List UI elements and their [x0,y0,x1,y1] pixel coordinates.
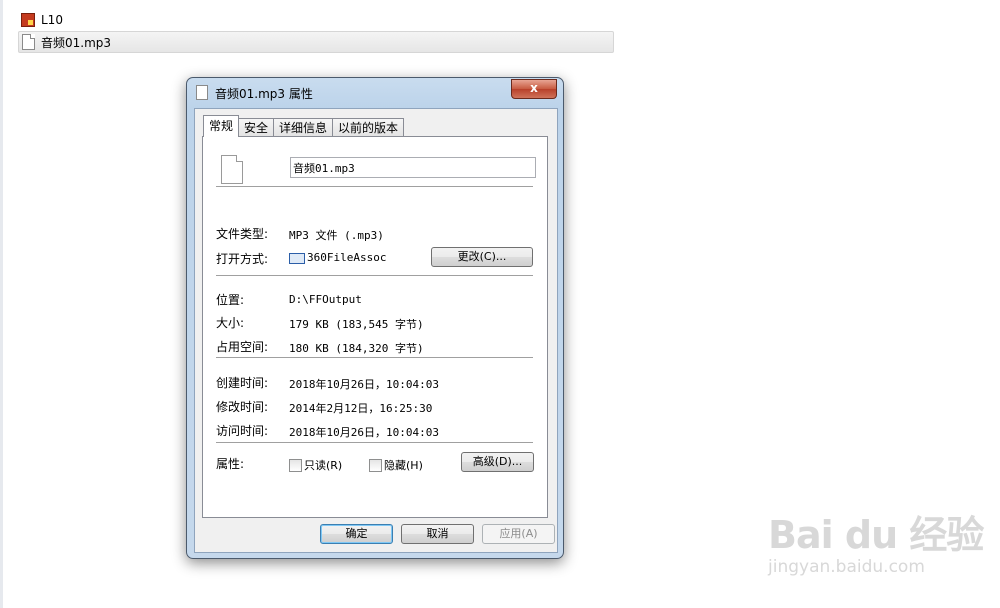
baidu-watermark: Bai du 经验 jingyan.baidu.com [768,504,984,577]
readonly-checkbox[interactable]: 只读(R) [289,457,342,473]
general-panel: 文件类型: MP3 文件 (.mp3) 打开方式: 360FileAssoc 更… [202,136,548,518]
tab-general[interactable]: 常规 [203,115,240,137]
open-with-value: 360FileAssoc [307,251,387,264]
file-type-icon [221,155,243,184]
properties-dialog: 音频01.mp3 属性 x 常规 安全 详细信息 以前的版本 文件类型: MP3… [186,77,564,559]
document-icon [22,34,35,50]
attributes-label: 属性: [216,457,245,471]
tab-previous-versions[interactable]: 以前的版本 [332,118,405,137]
app-icon [289,253,305,264]
file-item-label: 音频01.mp3 [41,35,112,50]
library-icon [21,13,35,27]
separator [216,442,533,443]
dialog-client: 常规 安全 详细信息 以前的版本 文件类型: MP3 文件 (.mp3) 打开方… [194,108,558,553]
location-label: 位置: [216,293,245,307]
change-button[interactable]: 更改(C)... [431,247,533,267]
type-label: 文件类型: [216,227,269,241]
separator [216,275,533,276]
advanced-button[interactable]: 高级(D)... [461,452,534,472]
accessed-value: 2018年10月26日，10:04:03 [289,426,439,439]
separator [216,357,533,358]
file-list: L10 音频01.mp3 [18,10,614,53]
disk-size-label: 占用空间: [216,340,269,354]
separator [216,186,533,187]
dialog-title: 音频01.mp3 属性 [215,87,313,101]
created-value: 2018年10月26日，10:04:03 [289,378,439,391]
file-name-input[interactable] [290,157,536,178]
checkbox-box[interactable] [369,458,382,472]
tab-security[interactable]: 安全 [238,118,275,137]
cancel-button[interactable]: 取消 [401,524,474,544]
created-label: 创建时间: [216,376,269,390]
location-value: D:\FFOutput [289,293,362,306]
accessed-label: 访问时间: [216,424,269,438]
file-item-label: L10 [41,13,63,27]
size-value: 179 KB (183,545 字节) [289,318,424,331]
watermark-logo: Bai du 经验 [768,513,984,557]
checkbox-box[interactable] [289,458,302,472]
hidden-label: 隐藏(H) [384,459,423,472]
open-with-label: 打开方式: [216,252,269,266]
window-edge [0,0,3,608]
disk-size-value: 180 KB (184,320 字节) [289,342,424,355]
type-value: MP3 文件 (.mp3) [289,229,384,242]
apply-button[interactable]: 应用(A) [482,524,555,544]
file-item-mp3[interactable]: 音频01.mp3 [18,31,614,53]
tab-details[interactable]: 详细信息 [273,118,334,137]
readonly-label: 只读(R) [304,459,343,472]
file-item-l10[interactable]: L10 [18,10,614,30]
modified-label: 修改时间: [216,400,269,414]
modified-value: 2014年2月12日，16:25:30 [289,402,433,415]
close-button[interactable]: x [511,79,557,99]
ok-button[interactable]: 确定 [320,524,393,544]
document-icon [196,85,208,100]
tab-strip: 常规 安全 详细信息 以前的版本 [203,115,405,137]
size-label: 大小: [216,316,245,330]
watermark-url: jingyan.baidu.com [768,557,925,577]
hidden-checkbox[interactable]: 隐藏(H) [369,457,423,473]
